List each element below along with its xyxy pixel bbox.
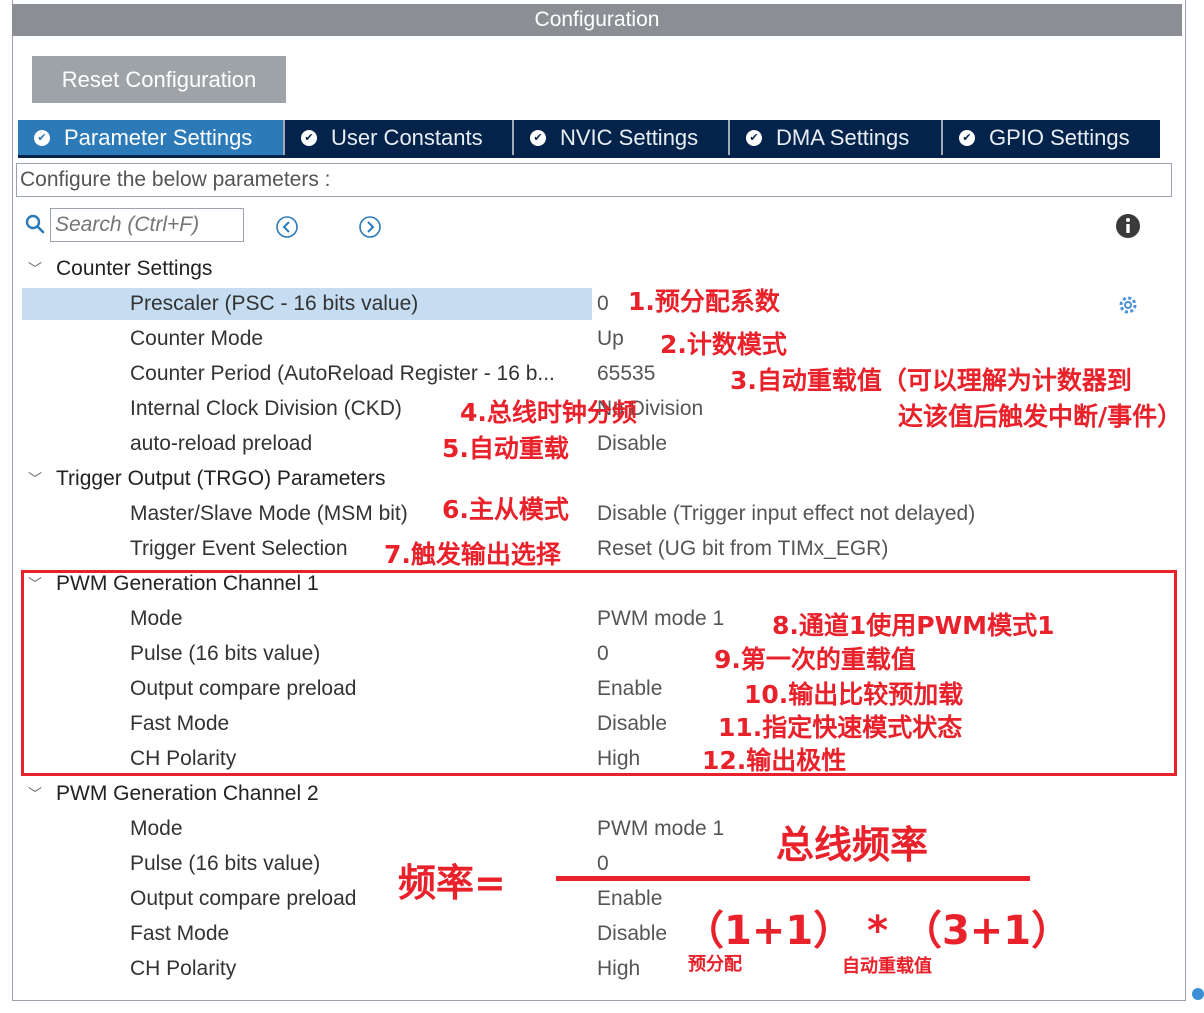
tab-label: GPIO Settings [989, 125, 1130, 150]
annotation-oc-preload: 10.输出比较预加载 [744, 680, 964, 709]
group-pwm-channel-2[interactable]: ﹀ PWM Generation Channel 2 [28, 779, 319, 809]
search-input[interactable] [50, 208, 244, 242]
param-row-trigger-event[interactable]: Trigger Event Selection Reset (UG bit fr… [22, 533, 1162, 565]
check-icon: ✔ [34, 130, 50, 146]
tab-parameter-settings[interactable]: ✔ Parameter Settings [18, 120, 285, 156]
annotation-clock-division: 4.总线时钟分频 [460, 398, 637, 427]
param-row-master-slave-mode[interactable]: Master/Slave Mode (MSM bit) Disable (Tri… [22, 498, 1162, 530]
annotation-pulse: 9.第一次的重载值 [714, 645, 916, 674]
param-label: CH Polarity [130, 957, 237, 980]
annotation-prescaler: 1.预分配系数 [628, 287, 780, 316]
annotation-auto-reload-value-2: 达该值后触发中断/事件） [898, 402, 1183, 431]
tab-gpio-settings[interactable]: ✔ GPIO Settings [943, 120, 1160, 156]
reset-configuration-button[interactable]: Reset Configuration [32, 56, 286, 103]
tab-label: NVIC Settings [560, 125, 699, 150]
annotation-master-slave: 6.主从模式 [442, 495, 569, 524]
param-label: Fast Mode [130, 922, 230, 945]
info-icon[interactable] [1115, 213, 1141, 239]
param-value[interactable]: High [597, 953, 640, 985]
scrollbar-thumb[interactable] [1192, 988, 1204, 1000]
param-label: Prescaler (PSC - 16 bits value) [22, 288, 592, 320]
annotation-polarity: 12.输出极性 [702, 746, 847, 775]
param-label: Pulse (16 bits value) [130, 852, 321, 875]
check-icon: ✔ [746, 130, 762, 146]
param-value[interactable]: Disable [597, 428, 667, 460]
param-label: Output compare preload [130, 887, 357, 910]
tab-label: User Constants [331, 125, 483, 150]
chevron-down-icon: ﹀ [28, 471, 42, 487]
chevron-down-icon: ﹀ [28, 261, 42, 277]
highlight-box-pwm-channel-1 [21, 570, 1177, 776]
annotation-auto-reload: 5.自动重载 [442, 434, 569, 463]
group-trgo-parameters[interactable]: ﹀ Trigger Output (TRGO) Parameters [28, 464, 385, 494]
formula-fraction-line [556, 876, 1030, 881]
annotation-auto-reload-value-1: 3.自动重载值（可以理解为计数器到 [730, 366, 1132, 395]
param-value[interactable]: Enable [597, 883, 662, 915]
check-icon: ✔ [530, 130, 546, 146]
group-counter-settings[interactable]: ﹀ Counter Settings [28, 254, 212, 284]
annotation-counter-mode: 2.计数模式 [660, 330, 787, 359]
param-value[interactable]: Disable (Trigger input effect not delaye… [597, 498, 975, 530]
param-value[interactable]: Reset (UG bit from TIMx_EGR) [597, 533, 888, 565]
tab-label: Parameter Settings [64, 125, 253, 150]
gear-icon[interactable] [1117, 294, 1139, 316]
panel-title: Configuration [12, 4, 1182, 36]
param-row-prescaler[interactable]: Prescaler (PSC - 16 bits value) 0 [22, 288, 1162, 320]
param-label: Counter Mode [130, 327, 264, 350]
config-hint: Configure the below parameters : [16, 163, 1172, 197]
check-icon: ✔ [959, 130, 975, 146]
check-icon: ✔ [301, 130, 317, 146]
param-value[interactable]: 0 [597, 288, 609, 320]
formula-lhs: 频率= [398, 861, 506, 905]
tab-user-constants[interactable]: ✔ User Constants [285, 120, 514, 156]
annotation-trigger-output: 7.触发输出选择 [384, 540, 561, 569]
group-title: Trigger Output (TRGO) Parameters [56, 467, 386, 490]
param-value[interactable]: 65535 [597, 358, 655, 390]
tab-nvic-settings[interactable]: ✔ NVIC Settings [514, 120, 730, 156]
formula-label-reload: 自动重载值 [842, 956, 932, 977]
param-label: Counter Period (AutoReload Register - 16… [130, 362, 555, 385]
annotation-fast-mode: 11.指定快速模式状态 [718, 713, 963, 742]
param-row-counter-mode[interactable]: Counter Mode Up [22, 323, 1162, 355]
param-label: Mode [130, 817, 183, 840]
param-row-pwm2-mode[interactable]: Mode PWM mode 1 [22, 813, 1162, 845]
previous-match-icon[interactable] [275, 215, 299, 239]
search-icon[interactable] [25, 214, 45, 234]
tab-label: DMA Settings [776, 125, 910, 150]
param-row-pwm2-polarity[interactable]: CH Polarity High [22, 953, 1162, 985]
next-match-icon[interactable] [358, 215, 382, 239]
tab-underline [18, 155, 1160, 158]
param-value[interactable]: PWM mode 1 [597, 813, 724, 845]
param-value[interactable]: Disable [597, 918, 667, 950]
formula-denominator: （1+1） * （3+1） [684, 908, 1072, 954]
formula-label-prescaler: 预分配 [688, 954, 742, 975]
formula-numerator: 总线频率 [776, 823, 929, 867]
param-value[interactable]: Up [597, 323, 624, 355]
tab-dma-settings[interactable]: ✔ DMA Settings [730, 120, 943, 156]
group-title: PWM Generation Channel 2 [56, 782, 319, 805]
chevron-down-icon: ﹀ [28, 786, 42, 802]
settings-tabs: ✔ Parameter Settings ✔ User Constants ✔ … [18, 120, 1160, 156]
annotation-pwm-mode: 8.通道1使用PWM模式1 [772, 611, 1055, 640]
group-title: Counter Settings [56, 257, 213, 280]
